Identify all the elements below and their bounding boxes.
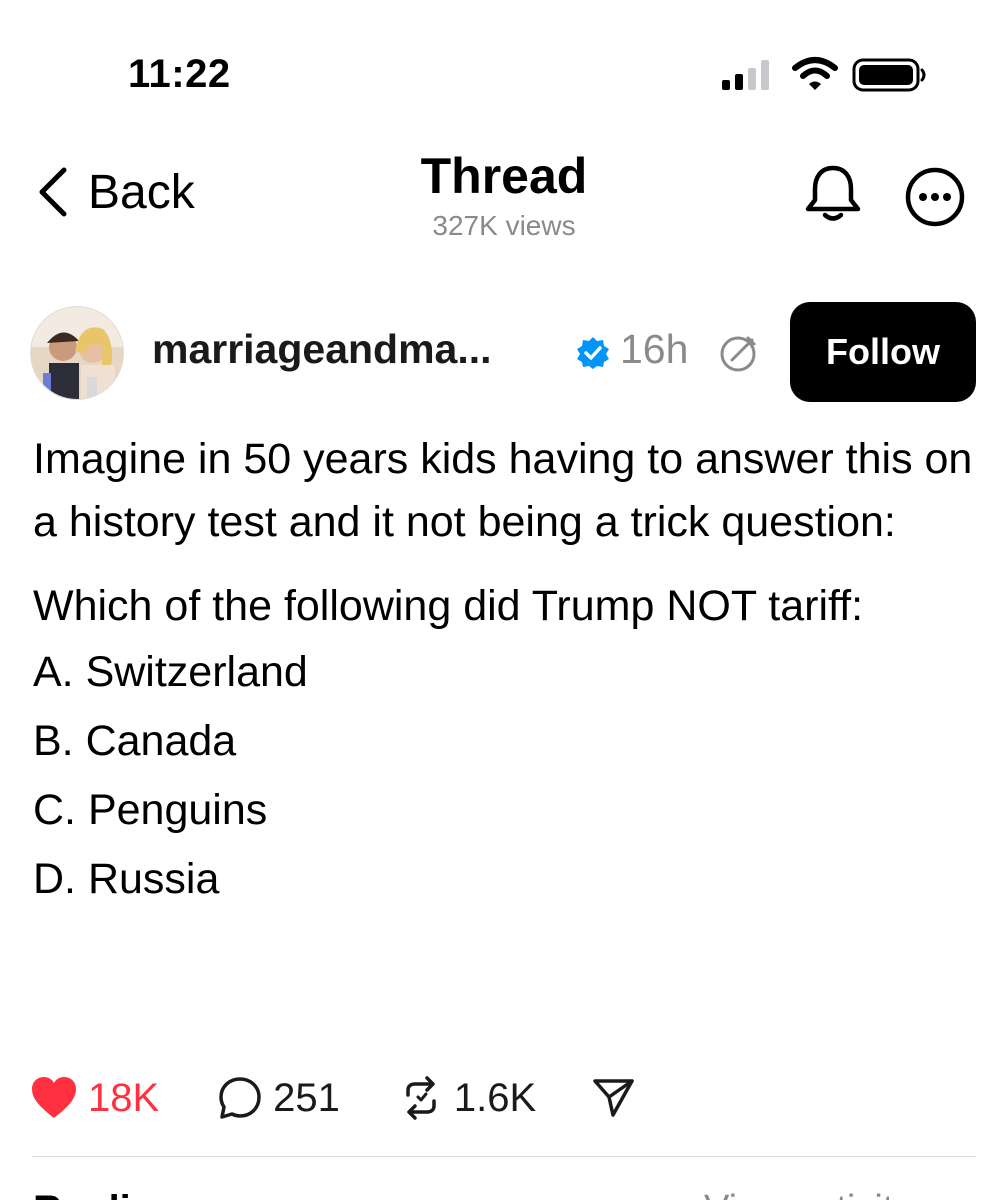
view-activity-link[interactable]: View activity <box>704 1188 912 1200</box>
bell-icon <box>805 165 861 221</box>
option-a: A. Switzerland <box>33 648 308 696</box>
option-c: C. Penguins <box>33 786 268 834</box>
cellular-signal-icon <box>720 56 780 96</box>
answer-options: A. Switzerland B. Canada C. Penguins D. … <box>33 638 978 914</box>
divider <box>32 1156 976 1157</box>
option-b: B. Canada <box>33 717 237 765</box>
like-button[interactable]: 18K <box>30 1076 159 1121</box>
more-icon <box>905 167 965 227</box>
reply-button[interactable]: 251 <box>217 1075 340 1121</box>
notifications-button[interactable] <box>800 162 866 228</box>
post-text: Imagine in 50 years kids having to answe… <box>33 435 973 546</box>
heart-icon <box>32 1077 76 1118</box>
avatar-photo <box>31 307 123 399</box>
post-actions: 18K 251 1.6K <box>30 1068 636 1128</box>
wifi-icon <box>792 57 838 90</box>
post-body: Imagine in 50 years kids having to answe… <box>33 428 978 914</box>
verified-badge-icon <box>577 337 609 369</box>
share-button[interactable] <box>590 1075 636 1121</box>
repost-icon <box>406 1076 436 1120</box>
battery-icon <box>852 58 926 92</box>
more-options-button[interactable] <box>904 166 966 228</box>
post-timestamp: 16h <box>620 326 689 372</box>
edited-icon <box>720 336 756 372</box>
thread-screen: 11:22 Back Thread 327K views marriageand… <box>0 0 1008 1200</box>
comment-icon <box>219 1077 261 1119</box>
follow-button[interactable]: Follow <box>790 302 976 402</box>
repost-count: 1.6K <box>453 1075 537 1120</box>
post-question: Which of the following did Trump NOT tar… <box>33 582 864 630</box>
username[interactable]: marriageandma... <box>152 326 492 373</box>
reply-count: 251 <box>273 1075 340 1120</box>
option-d: D. Russia <box>33 855 220 903</box>
repost-button[interactable]: 1.6K <box>398 1075 536 1121</box>
replies-heading: Replies <box>33 1188 175 1200</box>
status-time: 11:22 <box>128 52 231 96</box>
like-count: 18K <box>88 1075 160 1120</box>
status-icons <box>720 56 940 96</box>
send-icon <box>593 1079 634 1117</box>
avatar[interactable] <box>30 306 124 400</box>
